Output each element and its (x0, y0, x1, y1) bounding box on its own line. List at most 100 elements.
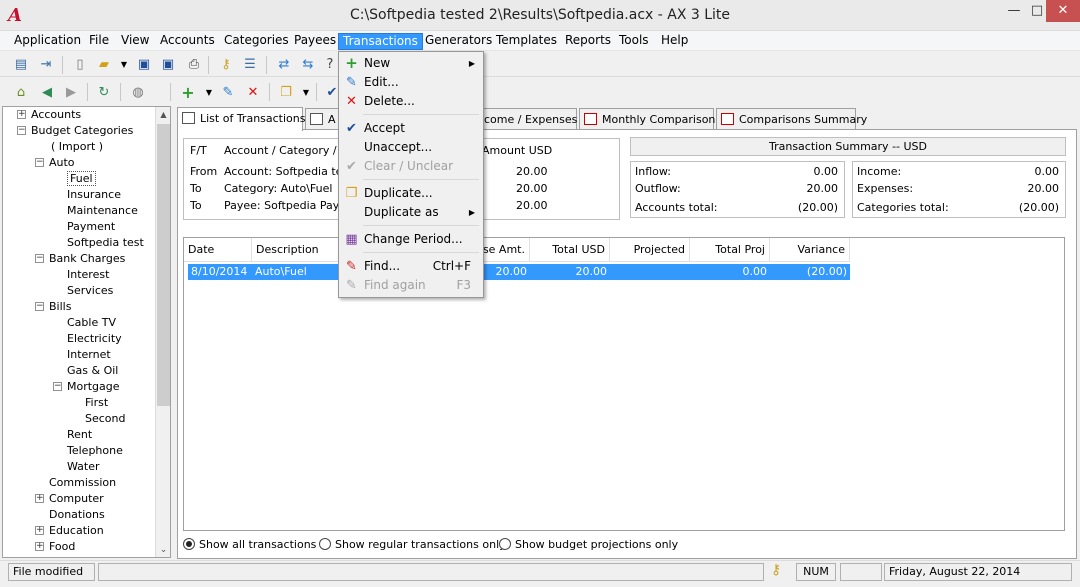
tree-item-water[interactable]: Water (67, 459, 100, 475)
add-dropdown-icon[interactable]: ▼ (199, 82, 219, 102)
tree-item-import[interactable]: ( Import ) (51, 139, 103, 155)
export-icon[interactable]: ⇆ (298, 54, 318, 74)
menu-generators[interactable]: Generators (421, 33, 496, 50)
add-icon[interactable]: + (178, 82, 198, 102)
menu-item-edit[interactable]: ✎ Edit... (341, 73, 481, 92)
menu-item-duplicate[interactable]: ❐ Duplicate... (341, 184, 481, 203)
tree-item-second[interactable]: Second (85, 411, 125, 427)
collapse-icon[interactable]: − (35, 302, 44, 311)
import-icon[interactable]: ⇄ (274, 54, 294, 74)
menu-accounts[interactable]: Accounts (156, 33, 219, 50)
menu-item-accept[interactable]: ✔ Accept (341, 119, 481, 138)
tree-item-commission[interactable]: Commission (49, 475, 116, 491)
tree-item-interest[interactable]: Interest (67, 267, 109, 283)
list-icon[interactable]: ☰ (240, 54, 260, 74)
menu-item-unaccept[interactable]: Unaccept... (341, 138, 481, 157)
tree-scrollbar[interactable]: ▲ ⌄ (155, 107, 170, 557)
transactions-grid[interactable]: Date Description nse Amt. Total USD Proj… (183, 237, 1065, 531)
duplicate-icon[interactable]: ❐ (276, 82, 296, 102)
tree-item-telephone[interactable]: Telephone (67, 443, 123, 459)
tree-item-bank-charges[interactable]: − Bank Charges (35, 251, 125, 267)
exit-icon[interactable]: ⇥ (36, 54, 56, 74)
forward-icon[interactable]: ▶ (61, 82, 81, 102)
column-projected[interactable]: Projected (610, 238, 690, 262)
collapse-icon[interactable]: − (35, 254, 44, 263)
filter-all-radio[interactable]: Show all transactions (183, 537, 316, 553)
menu-view[interactable]: View (117, 33, 153, 50)
print-icon[interactable]: ⎙ (184, 54, 204, 74)
column-date[interactable]: Date (184, 238, 252, 262)
new-file-icon[interactable]: ▯ (70, 54, 90, 74)
menu-item-change-period[interactable]: ▦ Change Period... (341, 230, 481, 249)
menu-item-duplicate-as[interactable]: Duplicate as ▶ (341, 203, 481, 222)
tab-monthly-comparisons[interactable]: Monthly Comparisons (579, 108, 721, 130)
table-row[interactable]: 8/10/2014 Auto\Fuel 20.00 20.00 0.00 (20… (188, 264, 850, 280)
tree-item-accounts[interactable]: + Accounts (17, 107, 81, 123)
scroll-up-icon[interactable]: ▲ (156, 107, 170, 123)
menu-tools[interactable]: Tools (615, 33, 653, 50)
refresh-icon[interactable]: ↻ (94, 82, 114, 102)
tree-item-budget-categories[interactable]: − Budget Categories (17, 123, 133, 139)
open-folder-icon[interactable]: ▰ (94, 54, 114, 74)
key-icon[interactable]: ⚷ (216, 54, 236, 74)
open-dropdown-icon[interactable]: ▼ (114, 54, 134, 74)
tab-list-of-transactions[interactable]: List of Transactions (177, 107, 305, 131)
column-total-proj[interactable]: Total Proj (690, 238, 770, 262)
tab-income-expenses[interactable]: come / Expenses (477, 108, 577, 130)
tree-item-softpedia-test[interactable]: Softpedia test (67, 235, 144, 251)
globe-icon[interactable]: ◍ (128, 82, 148, 102)
tree-item-computer[interactable]: + Computer (35, 491, 104, 507)
tree-item-internet[interactable]: Internet (67, 347, 111, 363)
column-variance[interactable]: Variance (770, 238, 850, 262)
menu-templates[interactable]: Templates (492, 33, 561, 50)
tree-item-cable-tv[interactable]: Cable TV (67, 315, 116, 331)
tree-item-gas-oil[interactable]: Gas & Oil (67, 363, 118, 379)
delete-icon[interactable]: ✕ (243, 82, 263, 102)
menu-application[interactable]: Application (10, 33, 85, 50)
tab-a[interactable]: A (305, 108, 341, 130)
tree-item-bills[interactable]: − Bills (35, 299, 71, 315)
column-description[interactable]: Description (252, 238, 340, 262)
menu-payees[interactable]: Payees (290, 33, 340, 50)
tree-item-rent[interactable]: Rent (67, 427, 92, 443)
tree-item-insurance[interactable]: Insurance (67, 187, 121, 203)
tree-item-payment[interactable]: Payment (67, 219, 115, 235)
menu-item-delete[interactable]: ✕ Delete... (341, 92, 481, 111)
scroll-down-icon[interactable]: ⌄ (156, 542, 170, 557)
tree-item-mortgage[interactable]: − Mortgage (53, 379, 120, 395)
menu-item-find[interactable]: ✎ Find... Ctrl+F (341, 257, 481, 276)
minimize-button[interactable]: — (1000, 0, 1028, 22)
tree-item-education[interactable]: + Education (35, 523, 104, 539)
tree-item-donations[interactable]: Donations (49, 507, 105, 523)
column-total-usd[interactable]: Total USD (530, 238, 610, 262)
save-as-icon[interactable]: ▣ (158, 54, 178, 74)
edit-icon[interactable]: ✎ (218, 82, 238, 102)
expand-icon[interactable]: + (17, 110, 26, 119)
properties-icon[interactable]: ▤ (11, 54, 31, 74)
maximize-button[interactable]: □ (1028, 0, 1046, 22)
tree-item-food[interactable]: + Food (35, 539, 75, 555)
close-button[interactable]: ✕ (1046, 0, 1080, 22)
scrollbar-thumb[interactable] (157, 124, 170, 406)
expand-icon[interactable]: + (35, 542, 44, 551)
menu-reports[interactable]: Reports (561, 33, 615, 50)
menu-file[interactable]: File (85, 33, 113, 50)
tree-item-first[interactable]: First (85, 395, 108, 411)
tree-item-electricity[interactable]: Electricity (67, 331, 122, 347)
menu-categories[interactable]: Categories (220, 33, 293, 50)
tree-item-auto[interactable]: − Auto (35, 155, 75, 171)
category-tree[interactable]: + Accounts − Budget Categories ( Import ) … (2, 106, 171, 558)
tree-item-maintenance[interactable]: Maintenance (67, 203, 138, 219)
back-icon[interactable]: ◀ (37, 82, 57, 102)
menu-item-new[interactable]: + New ▶ (341, 54, 481, 73)
collapse-icon[interactable]: − (17, 126, 26, 135)
collapse-icon[interactable]: − (35, 158, 44, 167)
tree-item-services[interactable]: Services (67, 283, 113, 299)
help-icon[interactable]: ? (320, 54, 340, 74)
expand-icon[interactable]: + (35, 494, 44, 503)
save-icon[interactable]: ▣ (134, 54, 154, 74)
filter-regular-radio[interactable]: Show regular transactions only (319, 537, 506, 553)
tab-comparisons-summary[interactable]: Comparisons Summary (716, 108, 867, 130)
tree-item-fuel[interactable]: Fuel (67, 171, 96, 187)
collapse-icon[interactable]: − (53, 382, 62, 391)
